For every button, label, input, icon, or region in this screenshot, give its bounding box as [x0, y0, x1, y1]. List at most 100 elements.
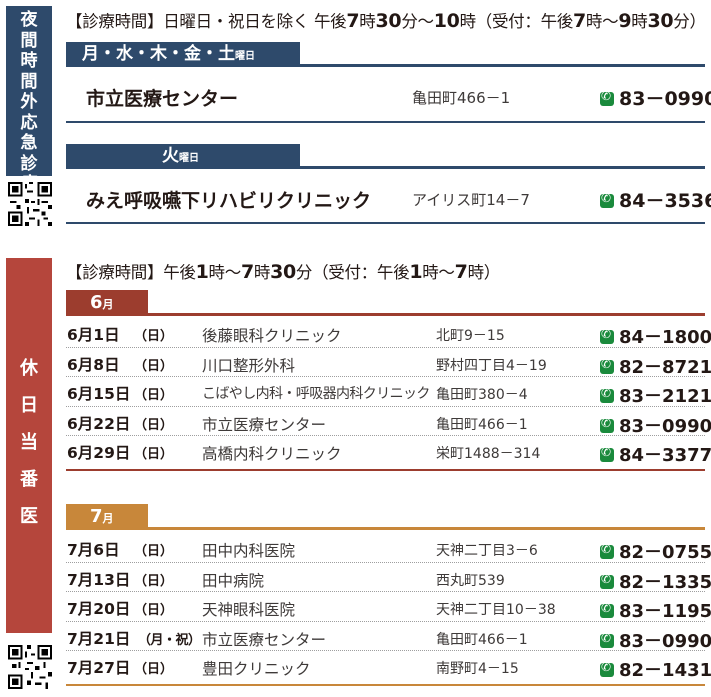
phone-number[interactable]: 83－1195	[619, 601, 711, 622]
clinic-name: 市立医療センター	[202, 630, 327, 649]
phone-number[interactable]: 83－0990	[619, 631, 711, 652]
day-suffix: 曜日	[179, 153, 199, 164]
duty-date: 7月6日	[67, 541, 120, 559]
phone-number[interactable]: 82－8721	[619, 357, 711, 378]
side-char: 医	[20, 506, 38, 527]
phone-icon	[600, 542, 614, 559]
list-item: 7月20日 （日） 天神眼科医院 天神二丁目10－38 83－1195	[66, 592, 711, 622]
clinic-phone[interactable]: 84－1800	[600, 323, 711, 349]
qr-code-icon[interactable]	[8, 645, 52, 689]
hours-text: 時～	[585, 12, 619, 31]
hours-number: 7	[454, 261, 468, 283]
july-schedule-list: 7月6日 （日） 田中内科医院 天神二丁目3－6 82－0755 7月13日 （…	[66, 533, 711, 681]
hours-number: 7	[346, 10, 360, 32]
clinic-name: 田中内科医院	[202, 542, 296, 560]
divider	[66, 527, 705, 530]
duty-date: 6月8日	[67, 355, 120, 374]
phone-icon	[600, 572, 614, 589]
night-hours: 【診療時間】日曜日・祝日を除く 午後7時30分～10時（受付：午後7時～9時30…	[66, 8, 706, 32]
hours-text: 時～	[208, 263, 242, 282]
phone-number[interactable]: 84－3377	[619, 445, 711, 466]
duty-date: 6月22日	[67, 414, 131, 433]
day-of-week-banner: 火曜日	[66, 144, 300, 168]
clinic-address: 亀田町380－4	[436, 387, 528, 404]
hours-text: 時）	[467, 263, 501, 282]
phone-number[interactable]: 84－3536	[619, 190, 711, 212]
clinic-address: 西丸町539	[436, 572, 505, 589]
qr-code-icon[interactable]	[8, 182, 52, 226]
night-clinic-row: みえ呼吸嚥下リハビリクリニック アイリス町14－7 84－3536	[66, 176, 711, 220]
holiday-duty-side-label: 休 日 当 番 医	[6, 258, 52, 633]
hours-number: 9	[618, 10, 632, 32]
clinic-name: 豊田クリニック	[202, 660, 311, 679]
side-char: 夜	[20, 10, 38, 30]
clinic-name: みえ呼吸嚥下リハビリクリニック	[86, 190, 372, 212]
phone-number[interactable]: 83－0990	[619, 416, 711, 437]
duty-weekday: （月・祝）	[138, 632, 201, 648]
hours-text: 時	[631, 12, 648, 31]
phone-number[interactable]: 83－0990	[619, 88, 711, 110]
hours-text: 午後	[163, 263, 196, 282]
month-tab-june: 6月	[66, 290, 148, 315]
side-char: 時	[20, 51, 38, 71]
phone-icon	[600, 445, 614, 463]
clinic-name: 川口整形外科	[202, 356, 296, 375]
phone-icon	[600, 631, 614, 648]
clinic-address: 南野町4－15	[436, 661, 519, 678]
list-item: 7月27日 （日） 豊田クリニック 南野町4－15 82－1431	[66, 651, 711, 681]
clinic-name: 天神眼科医院	[202, 601, 296, 620]
month-tab-july: 7月	[66, 504, 148, 529]
clinic-address: 天神二丁目3－6	[436, 543, 538, 559]
phone-number[interactable]: 83－2121	[619, 386, 711, 407]
phone-number[interactable]: 84－1800	[619, 327, 711, 348]
day-of-week-banner: 月・水・木・金・土曜日	[66, 42, 300, 66]
duty-date: 7月13日	[67, 570, 131, 589]
clinic-name: こばやし内科・呼吸器内科クリニック	[202, 386, 430, 403]
phone-number[interactable]: 82－0755	[619, 542, 711, 563]
night-clinic-row: 市立医療センター 亀田町466－1 83－0990	[66, 74, 711, 118]
clinic-address: アイリス町14－7	[412, 191, 530, 209]
hours-text: 時	[359, 12, 376, 31]
side-char: 応	[20, 112, 38, 133]
list-item: 6月29日 （日） 高橋内科クリニック 栄町1488－314 84－3377	[66, 436, 711, 466]
clinic-address: 亀田町466－1	[436, 631, 528, 648]
hours-number: 1	[409, 261, 423, 283]
duty-weekday: （日）	[134, 417, 174, 433]
clinic-phone[interactable]: 82－8721	[600, 353, 711, 379]
hours-text: 日曜日・祝日を除く 午後	[163, 12, 347, 31]
clinic-name: 田中病院	[202, 571, 265, 590]
duty-weekday: （日）	[134, 603, 174, 619]
month-suffix: 月	[102, 298, 114, 311]
phone-number[interactable]: 82－1431	[619, 660, 711, 681]
duty-date: 6月15日	[67, 385, 131, 404]
side-char: 急	[20, 133, 38, 153]
clinic-phone[interactable]: 84－3377	[600, 441, 711, 467]
clinic-phone[interactable]: 82－1431	[600, 656, 711, 682]
divider	[66, 222, 705, 224]
side-char: 休	[20, 358, 38, 379]
clinic-phone[interactable]: 83－2121	[600, 382, 711, 408]
hours-text: 時～	[422, 263, 455, 282]
day-label: 火	[162, 146, 179, 166]
clinic-phone[interactable]: 83－0990	[600, 412, 711, 438]
clinic-phone[interactable]: 83－0990	[600, 84, 711, 111]
duty-date: 6月1日	[67, 326, 120, 344]
duty-weekday: （日）	[134, 544, 174, 559]
duty-date: 7月20日	[67, 600, 131, 619]
clinic-phone[interactable]: 82－1335	[600, 568, 711, 594]
clinic-phone[interactable]: 84－3536	[600, 186, 711, 213]
hours-number: 10	[433, 10, 460, 32]
hours-number: 30	[270, 261, 296, 283]
hours-number: 30	[375, 10, 402, 32]
hours-number: 7	[572, 10, 586, 32]
duty-weekday: （日）	[134, 447, 174, 463]
day-suffix: 曜日	[235, 51, 255, 62]
clinic-phone[interactable]: 83－0990	[600, 627, 711, 653]
duty-weekday: （日）	[134, 358, 174, 374]
clinic-name: 市立医療センター	[86, 88, 239, 110]
phone-number[interactable]: 82－1335	[619, 572, 711, 593]
clinic-phone[interactable]: 82－0755	[600, 538, 711, 564]
list-item: 7月21日 （月・祝） 市立医療センター 亀田町466－1 83－0990	[66, 622, 711, 652]
divider	[66, 64, 705, 67]
clinic-phone[interactable]: 83－1195	[600, 597, 711, 623]
